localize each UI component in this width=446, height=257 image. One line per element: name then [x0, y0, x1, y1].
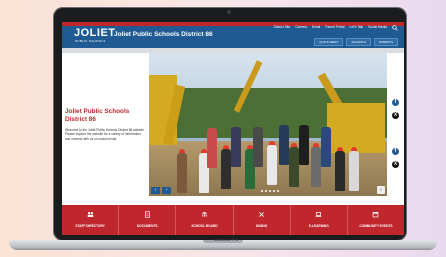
site-header: JOLIET PUBLIC SCHOOLS Joliet Public Scho… [62, 22, 404, 48]
x-twitter-icon[interactable]: X [392, 112, 399, 119]
site-title: Joliet Public Schools District 86 [114, 31, 213, 38]
quick-link-label: DOCUMENTS [136, 224, 158, 228]
sub-navigation: QUICK MENU SCHOOLS PARENTS [314, 38, 398, 46]
people-icon [87, 211, 93, 217]
top-link-lets-talk[interactable]: Let's Talk [350, 25, 364, 31]
quick-link-community-events[interactable]: COMMUNITY EVENTS [348, 205, 404, 235]
carousel-next-button[interactable]: › [162, 187, 171, 194]
parents-button[interactable]: PARENTS [374, 38, 398, 46]
logo-subtitle: PUBLIC SCHOOLS [75, 39, 106, 43]
schools-button[interactable]: SCHOOLS [346, 38, 372, 46]
board-icon [201, 211, 208, 217]
quick-link-school-board[interactable]: SCHOOL BOARD [176, 205, 234, 235]
calendar-icon [373, 212, 379, 218]
carousel-right-arrow[interactable]: › [377, 186, 385, 194]
quick-link-dining[interactable]: DINING [234, 205, 291, 235]
social-links-bottom: f X [392, 148, 399, 168]
top-link-parent-portal[interactable]: Parent Portal [325, 25, 344, 31]
logo-word: JOLIET [74, 27, 116, 39]
top-links: District Site Careers Email Parent Porta… [274, 25, 398, 31]
browser-screen: JOLIET PUBLIC SCHOOLS Joliet Public Scho… [62, 22, 404, 235]
document-icon [144, 211, 150, 218]
hero-photo: ‹ › › [149, 53, 387, 196]
quick-link-label: DINING [256, 224, 268, 228]
quick-link-documents[interactable]: DOCUMENTS [119, 205, 177, 235]
quick-link-label: STAFF DIRECTORY [75, 224, 105, 228]
facebook-icon[interactable]: f [392, 148, 399, 155]
camera [227, 10, 231, 14]
quick-links-bar: STAFF DIRECTORY DOCUMENTS SCHOOL BOARD D… [62, 205, 404, 235]
device-brand-label: MacBook Pro [213, 237, 238, 242]
carousel-dots[interactable] [261, 190, 279, 192]
quick-menu-button[interactable]: QUICK MENU [314, 38, 344, 46]
quick-link-label: E-LEARNING [308, 224, 329, 228]
social-links-top: f X [392, 99, 399, 119]
district-logo[interactable]: JOLIET PUBLIC SCHOOLS [74, 27, 115, 43]
excavator-right [327, 103, 385, 153]
intro-text: Welcome to the Joliet Public Schools Dis… [65, 128, 145, 141]
quick-link-label: SCHOOL BOARD [191, 224, 218, 228]
quick-link-e-learning[interactable]: E-LEARNING [291, 205, 348, 235]
carousel-prev-button[interactable]: ‹ [151, 187, 160, 194]
quick-link-label: COMMUNITY EVENTS [359, 224, 393, 228]
utensils-icon [259, 212, 264, 217]
top-link-district-site[interactable]: District Site [274, 25, 291, 31]
search-icon[interactable] [392, 25, 398, 31]
top-link-careers[interactable]: Careers [295, 25, 307, 31]
top-link-email[interactable]: Email [312, 25, 320, 31]
laptop-icon [315, 212, 322, 217]
top-link-social-media[interactable]: Social Media [368, 25, 387, 31]
intro-title: Joliet Public Schools District 86 [65, 108, 130, 123]
x-twitter-icon[interactable]: X [392, 161, 399, 168]
quick-link-staff-directory[interactable]: STAFF DIRECTORY [62, 205, 120, 235]
facebook-icon[interactable]: f [392, 99, 399, 106]
